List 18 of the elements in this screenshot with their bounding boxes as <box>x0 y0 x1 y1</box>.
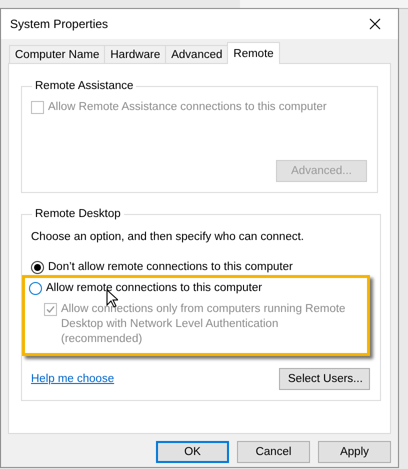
dialog-button[interactable]: Cancel <box>237 441 310 463</box>
checkbox-label: Allow connections only from computers running Remote Desktop with Network Level Authentication (recommended) <box>61 302 346 347</box>
radio-button[interactable] <box>31 261 44 274</box>
group-title: Remote Assistance <box>34 80 134 92</box>
radio-label: Allow remote connections to this computer <box>46 281 262 296</box>
window-title: System Properties <box>10 17 108 31</box>
checkbox-label: Allow Remote Assistance connections to this computer <box>48 100 327 115</box>
tab[interactable]: Remote <box>227 42 280 64</box>
instruction-text: Choose an option, and then specify who can connect. <box>31 230 305 245</box>
dialog-button[interactable]: OK <box>156 441 229 463</box>
dialog-button[interactable]: Apply <box>318 441 391 463</box>
radio-label: Don’t allow remote connections to this computer <box>48 260 293 275</box>
radio-button[interactable] <box>29 282 42 295</box>
tab[interactable]: Computer Name <box>9 45 106 64</box>
select-users-button[interactable]: Select Users... <box>279 368 370 390</box>
close-icon <box>369 18 381 30</box>
group-title: Remote Desktop <box>34 208 122 220</box>
help-link[interactable]: Help me choose <box>31 373 114 385</box>
